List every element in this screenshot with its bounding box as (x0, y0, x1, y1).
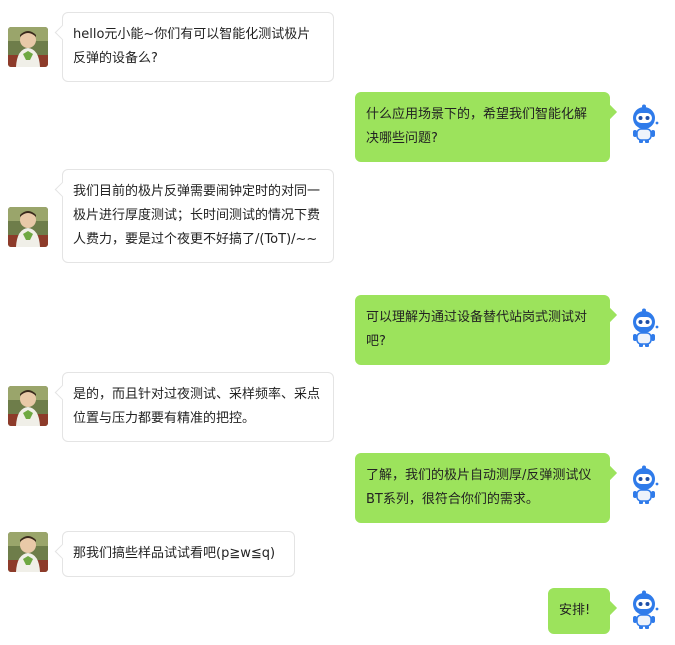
message-text: 安排! (559, 603, 591, 618)
message-text: hello元小能~你们有可以智能化测试极片反弹的设备么? (73, 27, 311, 66)
message-text: 可以理解为通过设备替代站岗式测试对吧? (366, 310, 588, 349)
message-bubble-assistant: 安排! (548, 588, 610, 634)
message-bubble-customer: 我们目前的极片反弹需要闹钟定时的对同一极片进行厚度测试；长时间测试的情况下费人费… (62, 169, 334, 263)
message-text: 是的，而且针对过夜测试、采样频率、采点位置与压力都要有精准的把控。 (73, 387, 321, 426)
message-bubble-customer: hello元小能~你们有可以智能化测试极片反弹的设备么? (62, 12, 334, 82)
message-bubble-customer: 是的，而且针对过夜测试、采样频率、采点位置与压力都要有精准的把控。 (62, 372, 334, 442)
message-text: 那我们搞些样品试试看吧(p≧w≦q) (73, 546, 276, 561)
customer-photo-avatar (8, 386, 48, 426)
robot-mascot-icon (624, 590, 664, 630)
customer-photo-avatar (8, 27, 48, 67)
message-bubble-assistant: 可以理解为通过设备替代站岗式测试对吧? (355, 295, 610, 365)
robot-mascot-icon (624, 104, 664, 144)
message-text: 了解，我们的极片自动测厚/反弹测试仪BT系列，很符合你们的需求。 (366, 468, 592, 507)
message-text: 什么应用场景下的，希望我们智能化解决哪些问题? (366, 107, 588, 146)
customer-photo-avatar (8, 532, 48, 572)
message-text: 我们目前的极片反弹需要闹钟定时的对同一极片进行厚度测试；长时间测试的情况下费人费… (73, 184, 321, 247)
robot-mascot-icon (624, 308, 664, 348)
message-bubble-assistant: 什么应用场景下的，希望我们智能化解决哪些问题? (355, 92, 610, 162)
robot-mascot-icon (624, 465, 664, 505)
message-bubble-assistant: 了解，我们的极片自动测厚/反弹测试仪BT系列，很符合你们的需求。 (355, 453, 610, 523)
message-bubble-customer: 那我们搞些样品试试看吧(p≧w≦q) (62, 531, 295, 577)
customer-photo-avatar (8, 207, 48, 247)
